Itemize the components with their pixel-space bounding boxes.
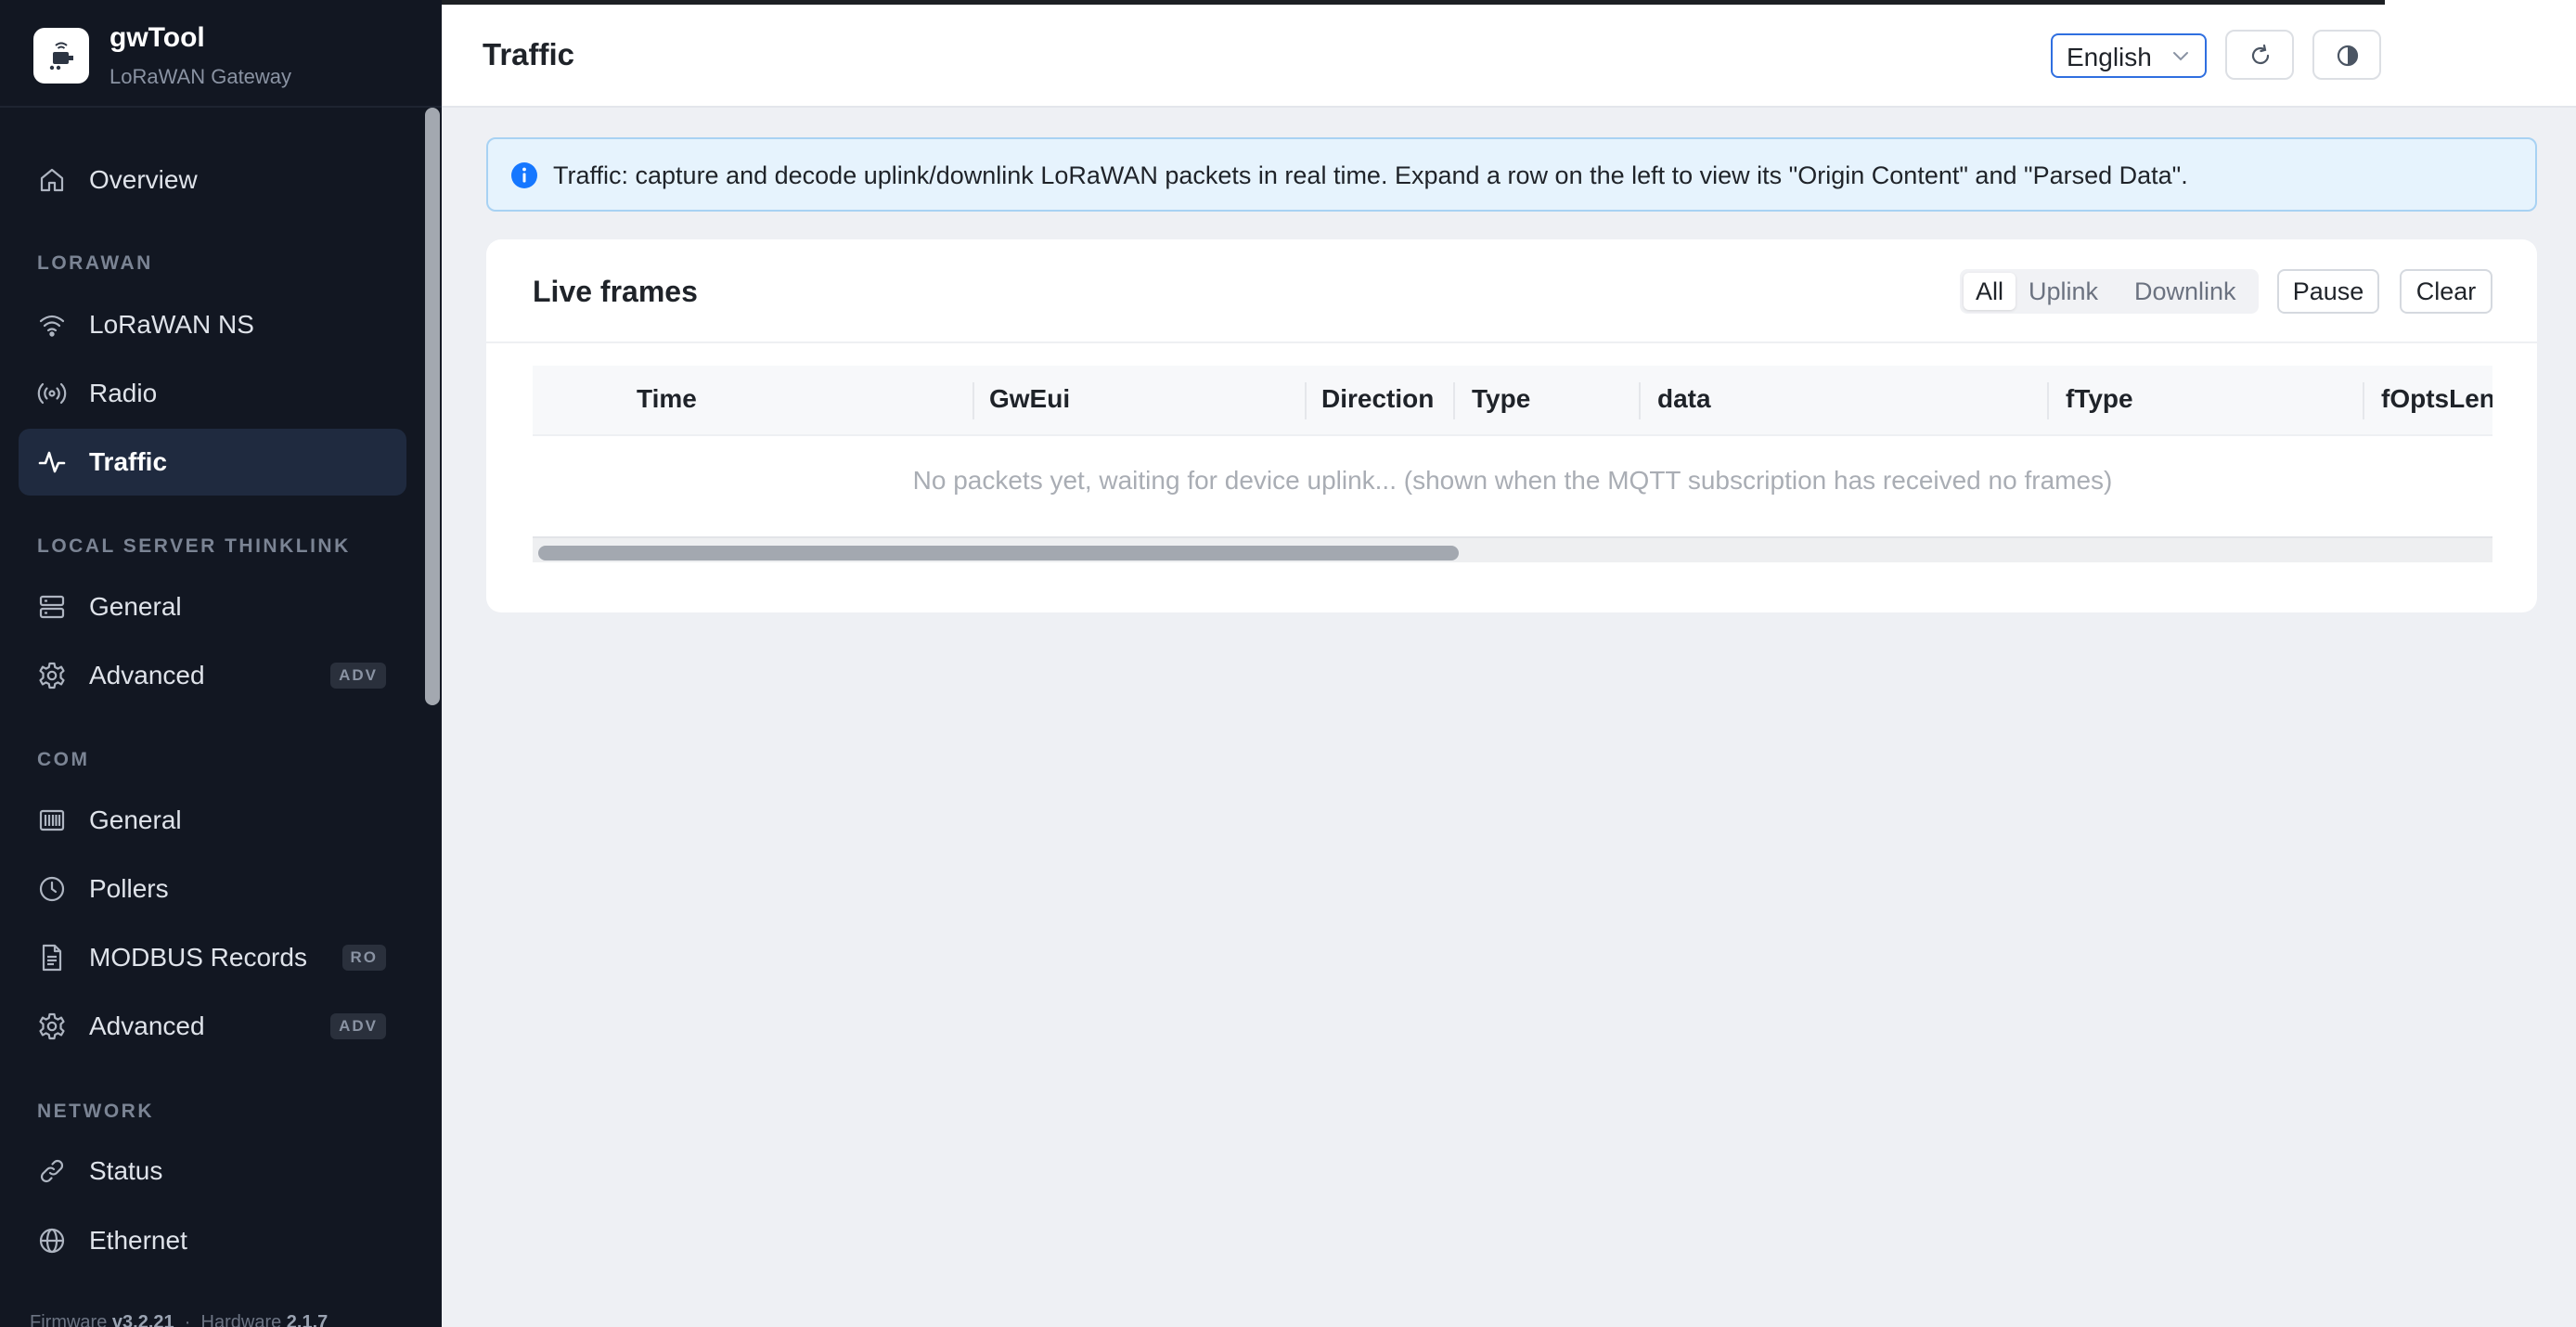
sidebar-item-status[interactable]: Status bbox=[19, 1138, 406, 1205]
top-bar: Traffic English bbox=[442, 0, 2576, 108]
gear-icon bbox=[39, 1012, 65, 1040]
info-banner: Traffic: capture and decode uplink/downl… bbox=[486, 137, 2537, 212]
gateway-logo-icon bbox=[33, 28, 89, 84]
app-name: gwTool bbox=[109, 22, 205, 53]
frames-table: Time GwEui Direction Type data fType fOp… bbox=[533, 366, 2492, 575]
column-separator bbox=[2047, 382, 2049, 419]
table-horizontal-scrollbar[interactable] bbox=[533, 536, 2492, 562]
hardware-label: Hardware bbox=[200, 1312, 282, 1327]
brand-header: gwTool LoRaWAN Gateway bbox=[0, 0, 442, 108]
sidebar-item-label: General bbox=[89, 805, 182, 834]
section-title-network: NETWORK bbox=[37, 1101, 154, 1122]
adv-badge: ADV bbox=[330, 1013, 386, 1039]
ro-badge: RO bbox=[341, 945, 386, 971]
refresh-button[interactable] bbox=[2225, 30, 2294, 80]
sidebar-scrollbar[interactable] bbox=[425, 108, 440, 705]
table-header: Time GwEui Direction Type data fType fOp… bbox=[533, 366, 2492, 436]
gear-icon bbox=[39, 662, 65, 689]
adv-badge: ADV bbox=[330, 663, 386, 689]
section-title-com: COM bbox=[37, 749, 90, 770]
card-title: Live frames bbox=[533, 275, 698, 308]
column-header-time[interactable]: Time bbox=[637, 384, 697, 414]
sidebar-item-label: Overview bbox=[89, 165, 198, 194]
filter-all[interactable]: All bbox=[1964, 273, 2016, 310]
sidebar-item-label: Pollers bbox=[89, 874, 169, 903]
app-subtitle: LoRaWAN Gateway bbox=[109, 65, 292, 88]
hardware-version: 2.1.7 bbox=[286, 1312, 328, 1327]
loading-progress-bar bbox=[442, 0, 2385, 5]
sidebar-item-modbus-records[interactable]: MODBUS Records RO bbox=[19, 924, 406, 991]
sidebar-item-lorawan-ns[interactable]: LoRaWAN NS bbox=[19, 291, 406, 358]
theme-toggle-button[interactable] bbox=[2312, 30, 2381, 80]
card-header: Live frames All Uplink Downlink Pause Cl… bbox=[486, 239, 2537, 343]
sidebar-item-label: Advanced bbox=[89, 661, 205, 689]
document-icon bbox=[42, 944, 62, 972]
column-header-direction[interactable]: Direction bbox=[1321, 384, 1434, 414]
globe-icon bbox=[39, 1228, 65, 1254]
column-separator bbox=[1453, 382, 1455, 419]
sidebar-item-label: Advanced bbox=[89, 1011, 205, 1040]
barcode-icon bbox=[39, 809, 65, 831]
column-header-foptslen[interactable]: fOptsLen bbox=[2381, 384, 2492, 414]
page-title: Traffic bbox=[483, 37, 575, 71]
sidebar-item-label: Ethernet bbox=[89, 1226, 187, 1255]
section-title-lorawan: LORAWAN bbox=[37, 252, 153, 274]
column-header-type[interactable]: Type bbox=[1472, 384, 1530, 414]
firmware-version: v3.2.21 bbox=[111, 1312, 174, 1327]
link-icon bbox=[40, 1159, 64, 1183]
sidebar-item-pollers[interactable]: Pollers bbox=[19, 856, 406, 922]
contrast-icon bbox=[2337, 45, 2359, 67]
filter-downlink[interactable]: Downlink bbox=[2134, 273, 2236, 310]
direction-filter: All Uplink Downlink bbox=[1960, 269, 2259, 314]
sidebar-item-label: Traffic bbox=[89, 447, 168, 476]
server-icon bbox=[39, 595, 65, 619]
sidebar-item-radio[interactable]: Radio bbox=[19, 360, 406, 427]
column-separator bbox=[2363, 382, 2364, 419]
section-title-local-server: LOCAL SERVER THINKLINK bbox=[37, 535, 351, 557]
home-icon bbox=[40, 168, 64, 192]
column-header-gweui[interactable]: GwEui bbox=[989, 384, 1070, 414]
language-value: English bbox=[2067, 43, 2152, 71]
column-header-data[interactable]: data bbox=[1657, 384, 1711, 414]
column-separator bbox=[1639, 382, 1641, 419]
sidebar-item-traffic[interactable]: Traffic bbox=[19, 429, 406, 496]
pause-button[interactable]: Pause bbox=[2277, 269, 2379, 314]
firmware-label: Firmware bbox=[30, 1312, 108, 1327]
sidebar-item-label: LoRaWAN NS bbox=[89, 310, 254, 339]
sidebar-item-label: General bbox=[89, 592, 182, 621]
sidebar-item-server-general[interactable]: General bbox=[19, 573, 406, 640]
sidebar-item-overview[interactable]: Overview bbox=[19, 147, 406, 213]
sidebar-item-com-general[interactable]: General bbox=[19, 787, 406, 854]
sidebar-item-label: MODBUS Records bbox=[89, 943, 307, 972]
clock-icon bbox=[39, 876, 65, 902]
refresh-icon bbox=[2251, 44, 2270, 65]
info-banner-text: Traffic: capture and decode uplink/downl… bbox=[553, 161, 2188, 189]
column-header-ftype[interactable]: fType bbox=[2066, 384, 2133, 414]
wifi-icon bbox=[39, 315, 65, 337]
info-icon bbox=[511, 162, 537, 188]
sidebar-item-com-advanced[interactable]: Advanced ADV bbox=[19, 993, 406, 1060]
clear-button[interactable]: Clear bbox=[2400, 269, 2492, 314]
column-separator bbox=[1305, 382, 1307, 419]
filter-uplink[interactable]: Uplink bbox=[2029, 273, 2098, 310]
empty-state-text: No packets yet, waiting for device uplin… bbox=[912, 466, 2113, 495]
sidebar-item-ethernet[interactable]: Ethernet bbox=[19, 1207, 406, 1274]
column-separator bbox=[972, 382, 974, 419]
sidebar-item-label: Status bbox=[89, 1156, 163, 1185]
live-frames-card: Live frames All Uplink Downlink Pause Cl… bbox=[486, 239, 2537, 612]
sidebar-item-server-advanced[interactable]: Advanced ADV bbox=[19, 642, 406, 709]
sidebar: gwTool LoRaWAN Gateway Overview LORAWAN … bbox=[0, 0, 442, 1327]
chevron-down-icon bbox=[2173, 52, 2188, 61]
scrollbar-thumb[interactable] bbox=[538, 546, 1459, 560]
version-footer: Firmware v3.2.21 · Hardware 2.1.7 bbox=[30, 1312, 328, 1327]
activity-icon bbox=[38, 451, 66, 473]
language-select[interactable]: English bbox=[2051, 33, 2207, 78]
sidebar-item-label: Radio bbox=[89, 379, 158, 407]
radio-icon bbox=[37, 382, 67, 405]
